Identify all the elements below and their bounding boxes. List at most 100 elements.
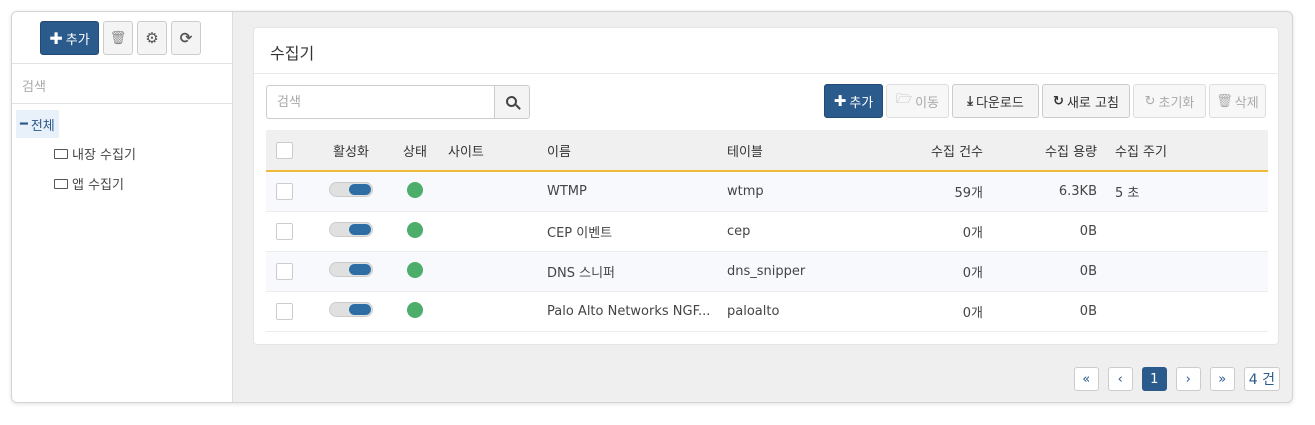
sidebar: ✚ 추가 🗑 ⚙ ⟳ 검색 ━ 전체 내장 수집기 앱 수집기: [12, 12, 233, 402]
enabled-cell: [304, 222, 398, 241]
settings-button[interactable]: ⚙: [137, 21, 167, 55]
folder-icon: [54, 179, 68, 189]
row-checkbox[interactable]: [276, 183, 293, 200]
enabled-toggle[interactable]: [329, 222, 373, 237]
tree-item-all[interactable]: ━ 전체: [16, 110, 59, 138]
plus-icon: ✚: [49, 28, 63, 48]
table-cell: dns_snipper: [727, 264, 806, 279]
tree-item-app[interactable]: 앱 수집기: [54, 168, 232, 198]
gear-icon: ⚙: [145, 29, 159, 47]
status-cell: [398, 221, 432, 242]
prev-page-button[interactable]: ‹: [1107, 367, 1133, 391]
add-collector-button[interactable]: ✚ 추가: [824, 84, 883, 118]
status-cell: [398, 301, 432, 322]
status-cell: [398, 261, 432, 282]
add-button-label: 추가: [65, 32, 90, 48]
volume-cell: 0B: [1079, 304, 1097, 319]
add-button[interactable]: ✚ 추가: [40, 21, 99, 55]
col-count[interactable]: 수집 건수: [887, 141, 983, 160]
enabled-toggle[interactable]: [329, 262, 373, 277]
table-row[interactable]: CEP 이벤트 cep 0개 0B: [266, 212, 1268, 252]
table-cell: wtmp: [727, 184, 764, 199]
collector-tree: ━ 전체 내장 수집기 앱 수집기: [12, 104, 232, 198]
search-icon: [505, 95, 517, 107]
trash-icon: 🗑: [109, 30, 127, 46]
tree-item-builtin-label: 내장 수집기: [72, 147, 136, 163]
add-collector-label: 추가: [849, 95, 874, 111]
row-select-cell: [266, 263, 304, 280]
plus-icon: ✚: [833, 92, 847, 110]
refresh-icon: ↻: [1053, 93, 1064, 109]
page-title: 수집기: [254, 28, 1278, 74]
col-name[interactable]: 이름: [547, 141, 727, 160]
table-cell: cep: [727, 224, 751, 239]
col-period[interactable]: 수집 주기: [1097, 141, 1197, 160]
folder-icon: [54, 149, 68, 159]
search-button[interactable]: [494, 85, 530, 119]
volume-cell: 0B: [1079, 264, 1097, 279]
col-status[interactable]: 상태: [398, 141, 432, 160]
table-row[interactable]: WTMP wtmp 59개 6.3KB 5 초: [266, 172, 1268, 212]
col-enabled[interactable]: 활성화: [304, 141, 398, 160]
row-select-cell: [266, 183, 304, 200]
table-body: WTMP wtmp 59개 6.3KB 5 초 CEP 이벤트 cep 0개 0B DNS 스니퍼…: [266, 172, 1268, 332]
sidebar-toolbar: ✚ 추가 🗑 ⚙ ⟳: [12, 12, 232, 64]
row-checkbox[interactable]: [276, 303, 293, 320]
last-page-button[interactable]: »: [1209, 367, 1235, 391]
table-header: 활성화 상태 사이트 이름 테이블 수집 건수 수집 용량 수집 주기: [266, 130, 1268, 172]
row-checkbox[interactable]: [276, 263, 293, 280]
volume-cell: 6.3KB: [1058, 184, 1097, 199]
enabled-cell: [304, 302, 398, 321]
search-input[interactable]: [266, 85, 494, 119]
refresh-list-button[interactable]: ↻ 새로 고침: [1042, 84, 1130, 118]
enabled-cell: [304, 182, 398, 201]
delete-collector-label: 삭제: [1234, 95, 1259, 111]
download-label: 다운로드: [975, 95, 1024, 111]
enabled-cell: [304, 262, 398, 281]
status-cell: [398, 181, 432, 202]
collector-table: 활성화 상태 사이트 이름 테이블 수집 건수 수집 용량 수집 주기 WTMP…: [266, 130, 1268, 332]
col-site[interactable]: 사이트: [432, 141, 547, 160]
status-dot-icon: [407, 301, 423, 318]
refresh-list-label: 새로 고침: [1066, 95, 1119, 111]
status-dot-icon: [407, 221, 423, 238]
delete-button[interactable]: 🗑: [103, 21, 133, 55]
next-page-button[interactable]: ›: [1175, 367, 1201, 391]
volume-cell: 0B: [1079, 224, 1097, 239]
reset-icon: ↻: [1144, 93, 1156, 109]
name-cell[interactable]: WTMP: [547, 184, 727, 199]
refresh-button[interactable]: ⟳: [171, 21, 201, 55]
period-cell: 5 초: [1115, 186, 1140, 201]
select-all-checkbox[interactable]: [276, 141, 293, 159]
delete-collector-button[interactable]: 🗑 삭제: [1209, 84, 1266, 118]
tree-item-builtin[interactable]: 내장 수집기: [54, 138, 232, 168]
first-page-button[interactable]: «: [1073, 367, 1099, 391]
count-cell: 59개: [954, 186, 983, 201]
app-window: ✚ 추가 🗑 ⚙ ⟳ 검색 ━ 전체 내장 수집기 앱 수집기 수집기 검색 ✚…: [11, 11, 1293, 403]
table-row[interactable]: Palo Alto Networks NGF... paloalto 0개 0B: [266, 292, 1268, 332]
page-1-button[interactable]: 1: [1141, 367, 1167, 391]
download-button[interactable]: ⤓ 다운로드: [952, 84, 1039, 118]
sidebar-search-input[interactable]: 검색: [12, 64, 232, 104]
enabled-toggle[interactable]: [329, 302, 373, 317]
collapse-icon[interactable]: ━: [20, 117, 28, 132]
tree-item-all-label: 전체: [30, 118, 55, 134]
table-cell: paloalto: [727, 304, 780, 319]
name-cell[interactable]: CEP 이벤트: [547, 222, 727, 241]
main-area: 수집기 ✚ 추가 🗁 이동 ⤓ 다운로드 ↻ 새로 고침: [234, 12, 1292, 402]
col-volume[interactable]: 수집 용량: [983, 141, 1097, 160]
trash-icon: 🗑: [1216, 93, 1233, 109]
status-dot-icon: [407, 181, 423, 198]
row-select-cell: [266, 223, 304, 240]
move-button[interactable]: 🗁 이동: [886, 84, 949, 118]
reset-button[interactable]: ↻ 초기화: [1133, 84, 1206, 118]
move-label: 이동: [915, 95, 940, 111]
refresh-icon: ⟳: [179, 29, 193, 47]
enabled-toggle[interactable]: [329, 182, 373, 197]
row-checkbox[interactable]: [276, 223, 293, 240]
col-table[interactable]: 테이블: [727, 141, 887, 160]
name-cell[interactable]: DNS 스니퍼: [547, 262, 727, 281]
download-icon: ⤓: [967, 93, 973, 109]
name-cell[interactable]: Palo Alto Networks NGF...: [547, 304, 727, 319]
table-row[interactable]: DNS 스니퍼 dns_snipper 0개 0B: [266, 252, 1268, 292]
